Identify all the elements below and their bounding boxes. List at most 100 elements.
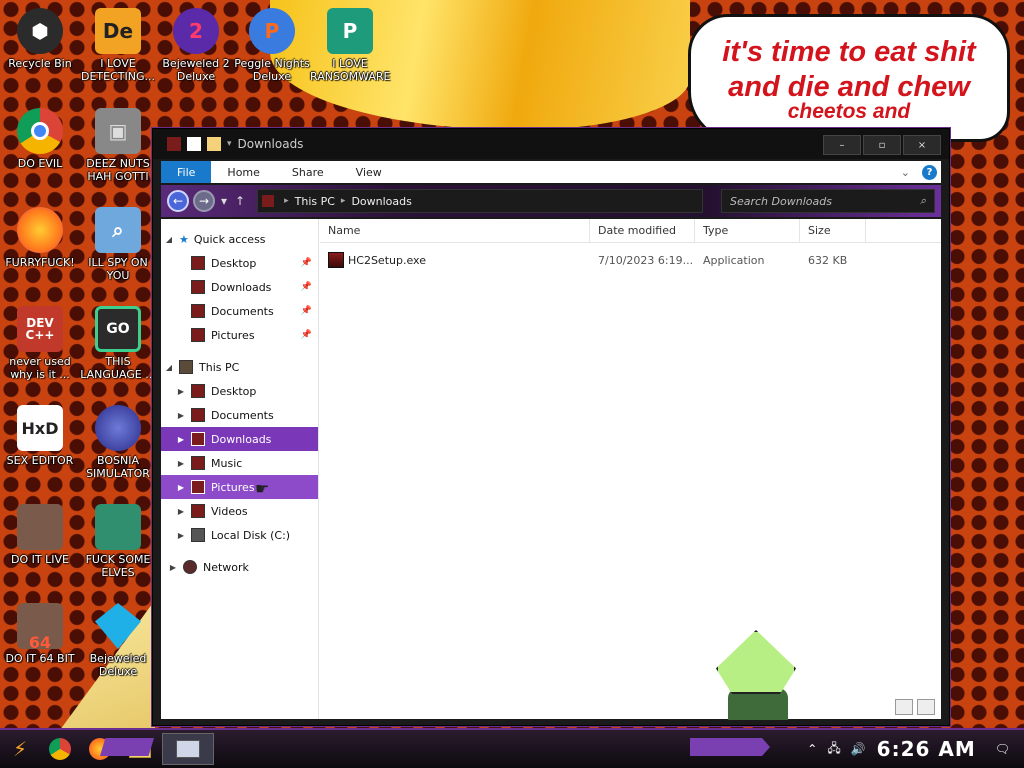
help-icon[interactable]: ? (922, 164, 937, 180)
chevron-down-icon[interactable]: ◢ (163, 235, 175, 244)
tree-item-network[interactable]: ▶ Network (161, 555, 318, 579)
notifications-icon[interactable]: 🗨 (995, 742, 1010, 756)
desktop-icon-label: FUCK SOME ELVES (85, 553, 151, 579)
tab-view[interactable]: View (340, 161, 398, 183)
column-header-size[interactable]: Size (800, 219, 866, 242)
column-header-type[interactable]: Type (695, 219, 800, 242)
folder-path-icon (262, 195, 275, 207)
desktop-icon-hxd[interactable]: HxD SEX EDITOR (0, 405, 80, 467)
chevron-down-icon[interactable]: ▾ (227, 139, 232, 149)
breadcrumb-separator-icon: ▸ (284, 196, 289, 206)
tree-item-pc-pictures[interactable]: ▶ Pictures ☛ (161, 475, 318, 499)
tree-item-quick-access[interactable]: ◢ ★ Quick access (161, 227, 318, 251)
desktop-icon-label: ILL SPY ON YOU (88, 256, 148, 282)
desktop-icon-ransomware[interactable]: P I LOVE RANSOMWARE (310, 8, 390, 83)
chevron-right-icon[interactable]: ▶ (167, 563, 179, 572)
desktop-icon-recycle-bin[interactable]: ⬢ Recycle Bin (0, 8, 80, 70)
taskbar-active-window[interactable] (162, 733, 214, 765)
desktop-icon-elves[interactable]: FUCK SOME ELVES (78, 504, 158, 579)
tree-item-label: Quick access (193, 232, 266, 246)
tab-file[interactable]: File (161, 161, 212, 183)
search-box[interactable]: Search Downloads ⌕ (721, 189, 935, 213)
taskbar-chrome[interactable] (42, 733, 78, 765)
volume-icon[interactable]: 🔊 (851, 742, 866, 756)
file-list: Name Date modified Type Size HC2Setup.ex… (320, 219, 941, 719)
portrait-icon (17, 504, 63, 550)
clock[interactable]: 6:26 AM (877, 737, 976, 761)
forward-button[interactable]: → (193, 190, 215, 212)
table-row[interactable]: HC2Setup.exe 7/10/2023 6:19... Applicati… (320, 247, 941, 273)
details-view-icon[interactable] (895, 699, 913, 715)
tree-item-quick-desktop[interactable]: Desktop 📌 (161, 251, 318, 275)
tab-share[interactable]: Share (276, 161, 340, 183)
address-bar[interactable]: ▸ This PC ▸ Downloads (257, 189, 704, 213)
chevron-right-icon[interactable]: ▶ (175, 435, 187, 444)
ribbon-expand-icon[interactable]: ⌄ (901, 166, 910, 179)
breadcrumb-downloads[interactable]: Downloads (351, 195, 411, 208)
computer-icon (179, 360, 193, 374)
firefox-icon (17, 207, 63, 253)
ribbon-tabs: File Home Share View ⌄ ? (161, 161, 941, 183)
large-icons-view-icon[interactable] (917, 699, 935, 715)
pin-icon: 📌 (300, 258, 312, 268)
tab-home[interactable]: Home (211, 161, 275, 183)
desktop-icon-spy[interactable]: ⌕ ILL SPY ON YOU (78, 207, 158, 282)
tree-item-pc-music[interactable]: ▶ Music (161, 451, 318, 475)
tree-item-quick-pictures[interactable]: Pictures 📌 (161, 323, 318, 347)
desktop-icon-bejeweled[interactable]: Bejeweled Deluxe (78, 603, 158, 678)
tree-item-pc-local-disk[interactable]: ▶ Local Disk (C:) (161, 523, 318, 547)
desktop-icon-detecting[interactable]: De I LOVE DETECTING... (78, 8, 158, 83)
disk-drive-icon (191, 528, 205, 542)
pictures-folder-icon (191, 328, 205, 342)
tree-item-this-pc[interactable]: ◢ This PC (161, 355, 318, 379)
goland-icon: GO (95, 306, 141, 352)
peggle-icon: P (249, 8, 295, 54)
tree-item-pc-videos[interactable]: ▶ Videos (161, 499, 318, 523)
file-date: 7/10/2023 6:19... (598, 253, 694, 267)
chevron-right-icon[interactable]: ▶ (175, 483, 187, 492)
properties-icon[interactable] (187, 137, 201, 151)
desktop-icon-label: Peggle Nights Deluxe (234, 57, 310, 83)
desktop-icon-firefox[interactable]: FURRYFUCK! (0, 207, 80, 269)
chevron-right-icon[interactable]: ▶ (175, 459, 187, 468)
chevron-right-icon[interactable]: ▶ (175, 507, 187, 516)
tree-item-quick-downloads[interactable]: Downloads 📌 (161, 275, 318, 299)
tree-item-quick-documents[interactable]: Documents 📌 (161, 299, 318, 323)
up-button[interactable]: ↑ (235, 194, 245, 208)
desktop-icon-deez-nuts[interactable]: ▣ DEEZ NUTS HAH GOTTI (78, 108, 158, 183)
close-button[interactable]: × (903, 135, 941, 155)
column-header-date[interactable]: Date modified (590, 219, 695, 242)
start-button[interactable]: ⚡ (0, 731, 40, 767)
desktop-icon-goland[interactable]: GO THIS LANGUAGE ... (78, 306, 158, 381)
breadcrumb-this-pc[interactable]: This PC (295, 195, 335, 208)
desktop-icon-devcpp[interactable]: DEV C++ never used why is it ... (0, 306, 80, 381)
desktop-icon-do-it-live[interactable]: DO IT LIVE (0, 504, 80, 566)
tree-item-pc-downloads[interactable]: ▶ Downloads (161, 427, 318, 451)
title-bar[interactable]: ▾ Downloads – ▫ × (153, 129, 949, 159)
explorer-window: ▾ Downloads – ▫ × File Home Share View ⌄… (152, 128, 950, 726)
maximize-button[interactable]: ▫ (863, 135, 901, 155)
network-status-icon[interactable]: 🖧 (827, 739, 840, 760)
tree-item-pc-documents[interactable]: ▶ Documents (161, 403, 318, 427)
recent-locations-icon[interactable]: ▾ (221, 194, 227, 208)
desktop-folder-icon (191, 256, 205, 270)
column-header-name[interactable]: Name (320, 219, 590, 242)
chevron-right-icon[interactable]: ▶ (175, 411, 187, 420)
minimize-button[interactable]: – (823, 135, 861, 155)
desktop-icon-chrome[interactable]: DO EVIL (0, 108, 80, 170)
chevron-down-icon[interactable]: ◢ (163, 363, 175, 372)
desktop-icon-peggle[interactable]: P Peggle Nights Deluxe (232, 8, 312, 83)
back-button[interactable]: ← (167, 190, 189, 212)
new-folder-icon[interactable] (207, 137, 221, 151)
show-hidden-icons-icon[interactable]: ⌃ (807, 742, 817, 756)
gem-icon (95, 603, 141, 649)
window-body: ◢ ★ Quick access Desktop 📌 Downloads 📌 D… (161, 219, 941, 719)
desktop-icon-bosnia[interactable]: BOSNIA SIMULATOR (78, 405, 158, 480)
desktop-icon-label: DO EVIL (17, 157, 63, 170)
tree-item-label: Desktop (211, 256, 257, 270)
desktop-icon-do-it-64[interactable]: 64 DO IT 64 BIT (0, 603, 80, 665)
tree-item-pc-desktop[interactable]: ▶ Desktop (161, 379, 318, 403)
chevron-right-icon[interactable]: ▶ (175, 387, 187, 396)
desktop-icon-bejeweled-2[interactable]: 2 Bejeweled 2 Deluxe (156, 8, 236, 83)
chevron-right-icon[interactable]: ▶ (175, 531, 187, 540)
